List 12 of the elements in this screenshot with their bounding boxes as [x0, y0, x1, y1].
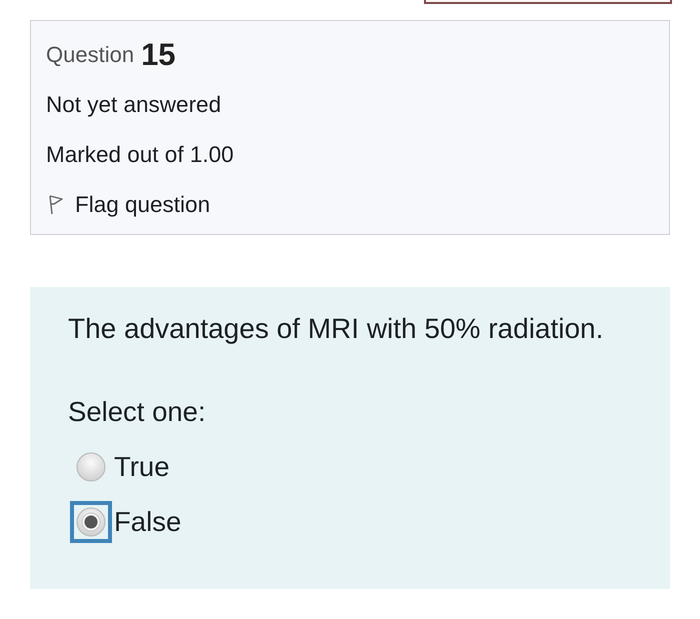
- question-text: The advantages of MRI with 50% radiation.: [68, 312, 604, 346]
- grade-text: Marked out of 1.00: [46, 142, 234, 168]
- flag-icon[interactable]: [48, 195, 64, 215]
- question-label: Question: [46, 42, 134, 68]
- answer-state: Not yet answered: [46, 92, 222, 118]
- radio-button[interactable]: [76, 507, 106, 537]
- question-number: 15: [141, 37, 176, 73]
- option-label[interactable]: False: [114, 506, 182, 538]
- option-label[interactable]: True: [114, 451, 170, 483]
- flag-question-link[interactable]: Flag question: [75, 192, 210, 218]
- radio-button[interactable]: [76, 452, 106, 482]
- select-prompt: Select one:: [68, 395, 207, 429]
